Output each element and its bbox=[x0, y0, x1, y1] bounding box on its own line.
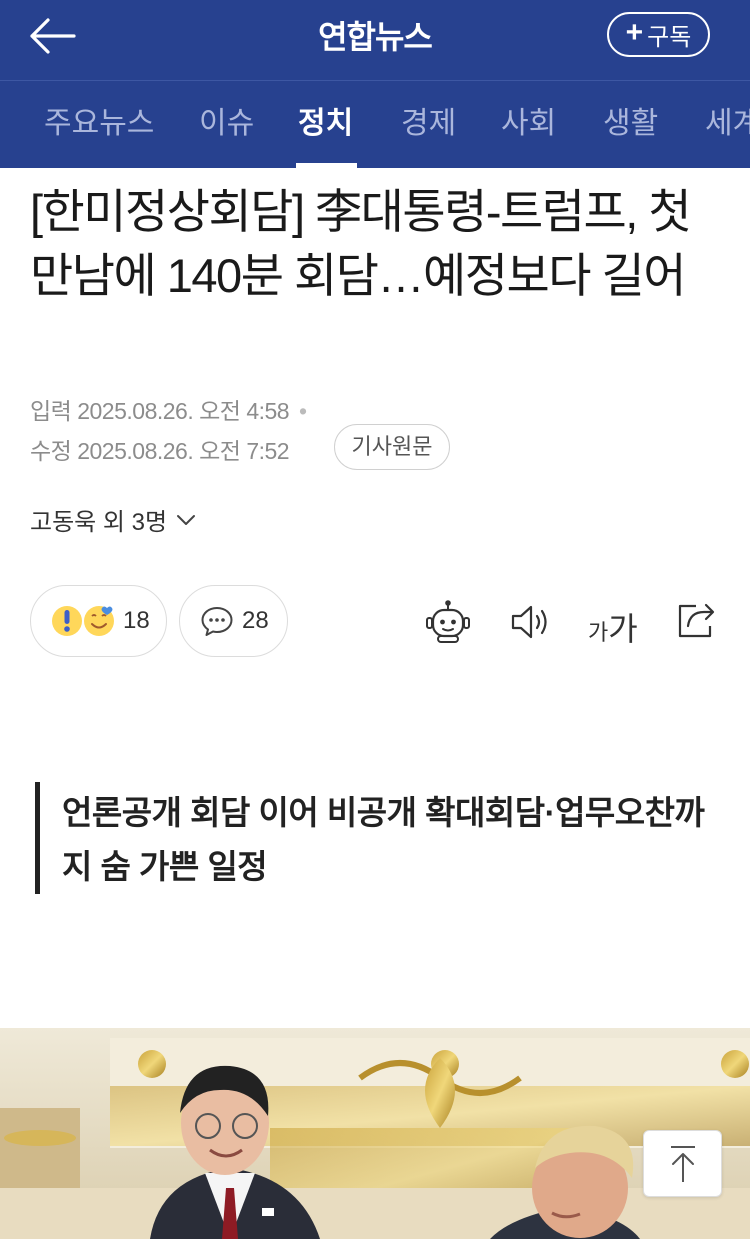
article-headline: [한미정상회담] 李대통령-트럼프, 첫 만남에 140분 회담…예정보다 길어 bbox=[30, 185, 692, 302]
speech-bubble-icon bbox=[201, 607, 233, 636]
reaction-count: 18 bbox=[123, 607, 150, 634]
modified-time: 2025.08.26. 오전 7:52 bbox=[77, 438, 290, 464]
reaction-emoji-icon bbox=[52, 606, 114, 636]
published-date: 입력 2025.08.26. 오전 4:58 • bbox=[30, 392, 307, 426]
author-names: 고동욱 외 3명 bbox=[30, 509, 168, 536]
plus-icon: + bbox=[625, 16, 644, 49]
chevron-down-icon bbox=[177, 514, 196, 525]
published-time: 2025.08.26. 오전 4:58 bbox=[77, 398, 290, 424]
photo-illustration bbox=[0, 1028, 750, 1239]
article-photo[interactable] bbox=[0, 1028, 750, 1239]
modified-label: 수정 bbox=[30, 438, 72, 464]
ai-summary-button[interactable] bbox=[424, 598, 472, 646]
scroll-to-top-button[interactable] bbox=[643, 1130, 722, 1197]
tab-life[interactable]: 생활 bbox=[603, 81, 658, 168]
speaker-icon bbox=[511, 605, 547, 639]
robot-icon bbox=[426, 600, 470, 643]
article-subheadline: 언론공개 회담 이어 비공개 확대회담·업무오찬까지 숨 가쁜 일정 bbox=[62, 794, 705, 885]
font-size-button[interactable]: 가가 bbox=[588, 604, 638, 652]
comment-button[interactable]: 28 bbox=[179, 585, 288, 657]
arrow-up-icon bbox=[670, 1145, 695, 1182]
font-size-small: 가 bbox=[588, 620, 609, 645]
subheadline-bar bbox=[35, 782, 40, 894]
subscribe-button[interactable]: + 구독 bbox=[607, 12, 710, 57]
tab-main-news[interactable]: 주요뉴스 bbox=[44, 81, 154, 168]
comment-count: 28 bbox=[242, 607, 269, 634]
reaction-button[interactable]: 18 bbox=[30, 585, 167, 657]
share-icon bbox=[678, 603, 715, 638]
tab-economy[interactable]: 경제 bbox=[401, 81, 456, 168]
original-article-button[interactable]: 기사원문 bbox=[334, 424, 450, 470]
published-label: 입력 bbox=[30, 398, 72, 424]
app-header: 연합뉴스 + 구독 bbox=[0, 0, 750, 80]
tab-issue[interactable]: 이슈 bbox=[199, 81, 254, 168]
separator-dot: • bbox=[298, 398, 307, 424]
subscribe-label: 구독 bbox=[647, 24, 692, 51]
category-tabs: 주요뉴스 이슈 정치 경제 사회 생활 세계 bbox=[0, 80, 750, 168]
tab-politics[interactable]: 정치 bbox=[298, 81, 353, 168]
read-aloud-button[interactable] bbox=[507, 598, 555, 646]
share-button[interactable] bbox=[674, 598, 722, 646]
tab-world[interactable]: 세계 bbox=[705, 81, 750, 168]
modified-date: 수정 2025.08.26. 오전 7:52 bbox=[30, 432, 290, 466]
font-size-big: 가 bbox=[608, 611, 638, 647]
tab-society[interactable]: 사회 bbox=[501, 81, 556, 168]
active-tab-indicator bbox=[296, 163, 357, 168]
author-dropdown[interactable]: 고동욱 외 3명 bbox=[30, 502, 197, 537]
